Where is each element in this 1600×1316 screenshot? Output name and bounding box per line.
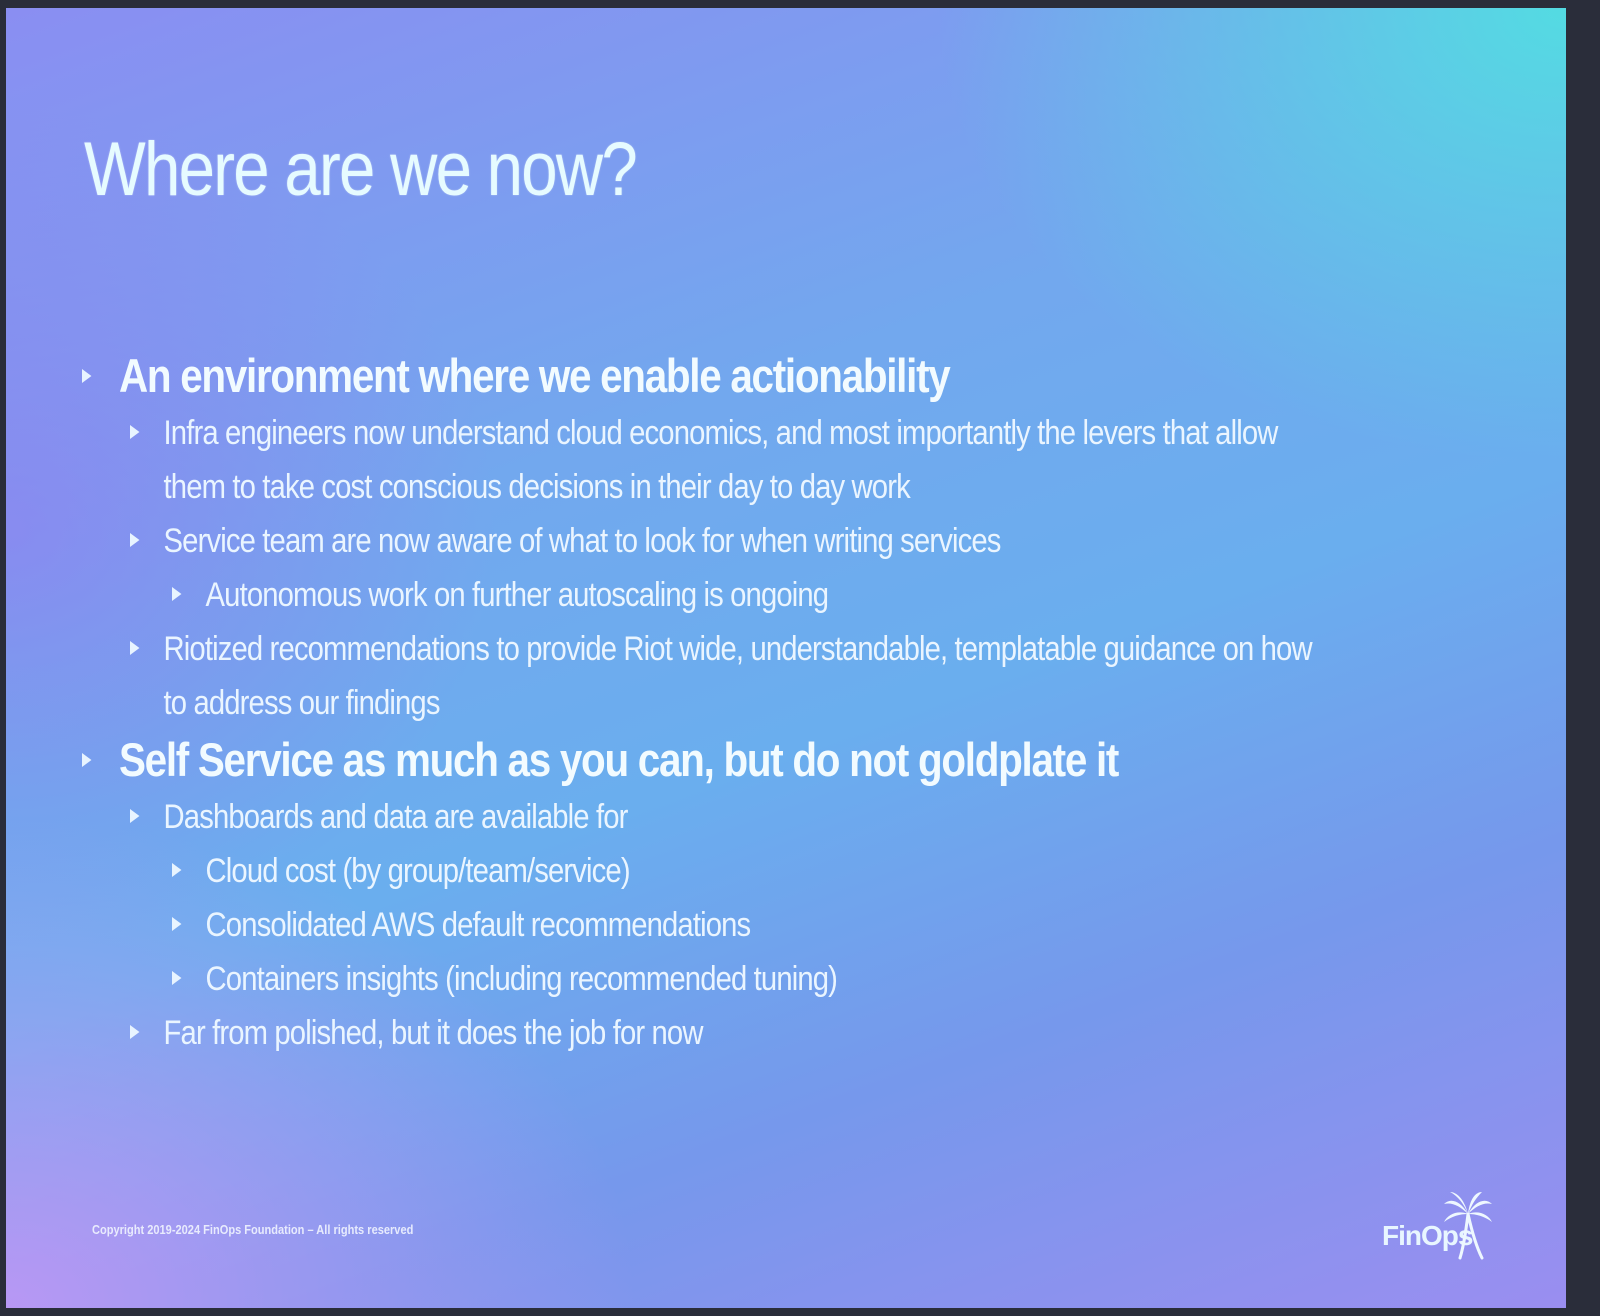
- triangle-bullet-icon: [82, 753, 92, 767]
- bullet-item: An environment where we enable actionabi…: [82, 346, 1320, 406]
- slide-title: Where are we now?: [84, 127, 638, 212]
- bullet-text: An environment where we enable actionabi…: [118, 349, 951, 402]
- bullet-text: Cloud cost (by group/team/service): [205, 852, 631, 890]
- bullet-item: Self Service as much as you can, but do …: [82, 730, 1320, 790]
- bullet-item: Far from polished, but it does the job f…: [130, 1006, 1327, 1060]
- bullet-item: Cloud cost (by group/team/service): [172, 844, 1333, 898]
- finops-logo: FinOps: [1382, 1190, 1502, 1270]
- triangle-bullet-icon: [130, 809, 140, 823]
- triangle-bullet-icon: [82, 369, 92, 383]
- bullet-item: Dashboards and data are available for: [130, 790, 1327, 844]
- triangle-bullet-icon: [130, 1025, 140, 1039]
- bullet-item: Infra engineers now understand cloud eco…: [130, 406, 1327, 514]
- triangle-bullet-icon: [130, 533, 140, 547]
- bullet-text: Far from polished, but it does the job f…: [163, 1014, 704, 1052]
- triangle-bullet-icon: [172, 971, 182, 985]
- triangle-bullet-icon: [172, 863, 182, 877]
- bullet-text: Containers insights (including recommend…: [205, 960, 838, 998]
- bullet-item: Consolidated AWS default recommendations: [172, 898, 1333, 952]
- bullet-text: Self Service as much as you can, but do …: [118, 733, 1119, 786]
- triangle-bullet-icon: [130, 425, 140, 439]
- bullet-item: Riotized recommendations to provide Riot…: [130, 622, 1327, 730]
- presentation-slide: Where are we now? An environment where w…: [6, 8, 1566, 1308]
- bullet-item: Service team are now aware of what to lo…: [130, 514, 1327, 568]
- footer-copyright: Copyright 2019-2024 FinOps Foundation – …: [92, 1222, 414, 1237]
- bullet-item: Autonomous work on further autoscaling i…: [172, 568, 1333, 622]
- palm-tree-icon: [1444, 1192, 1492, 1260]
- bullet-text: Dashboards and data are available for: [163, 798, 629, 836]
- bullet-text: Consolidated AWS default recommendations: [205, 906, 752, 944]
- bullet-text: Riotized recommendations to provide Riot…: [163, 630, 1313, 722]
- bullet-item: Containers insights (including recommend…: [172, 952, 1333, 1006]
- triangle-bullet-icon: [172, 587, 182, 601]
- triangle-bullet-icon: [172, 917, 182, 931]
- bullet-list: An environment where we enable actionabi…: [82, 346, 1522, 1060]
- bullet-text: Service team are now aware of what to lo…: [163, 522, 1002, 560]
- triangle-bullet-icon: [130, 641, 140, 655]
- bullet-text: Infra engineers now understand cloud eco…: [163, 414, 1279, 506]
- bullet-text: Autonomous work on further autoscaling i…: [205, 576, 830, 614]
